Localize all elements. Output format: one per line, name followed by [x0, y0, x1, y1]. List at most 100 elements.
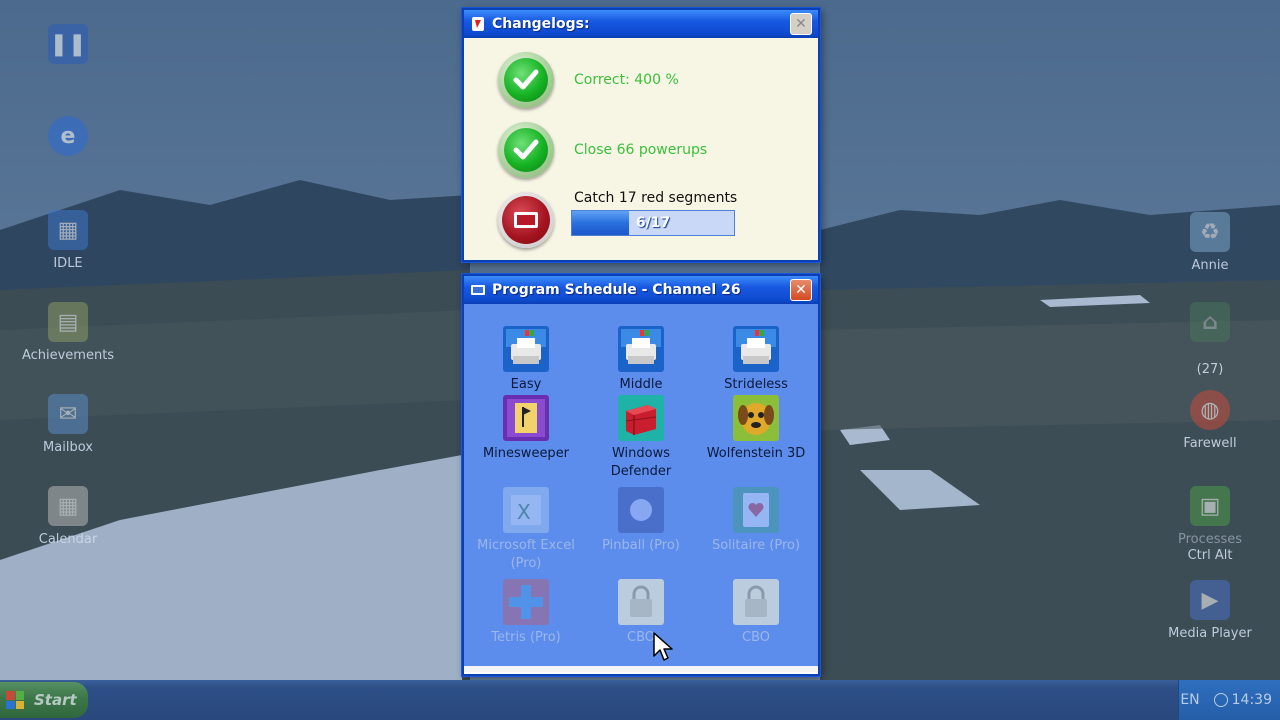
pause-icon: ❚❚ — [48, 24, 88, 64]
changelog-app-icon — [472, 17, 484, 31]
desktop-icon-label: Achievements — [21, 348, 115, 363]
clock-icon — [1213, 693, 1228, 707]
tetris-icon — [503, 579, 549, 625]
network-icon: ⌂ — [1190, 302, 1230, 342]
program-label: Strideless — [724, 377, 788, 392]
mouse-cursor-icon — [653, 632, 673, 661]
task-complete-badge — [498, 52, 554, 108]
task-item-powerups: Close 66 powerups — [498, 122, 707, 178]
padlock-icon — [618, 579, 664, 625]
changelog-title: Changelogs: — [492, 16, 590, 32]
excel-icon: X — [503, 487, 549, 533]
desktop-icon-label: Annie — [1191, 258, 1229, 273]
desktop-icon-network[interactable]: ⌂ (27) — [1160, 302, 1260, 378]
schedule-titlebar[interactable]: Program Schedule - Channel 26 ✕ — [464, 276, 818, 304]
desktop-icon-ie[interactable]: e — [18, 116, 118, 162]
printer-icon — [733, 326, 779, 372]
desktop-icon-achievements[interactable]: ▤ Achievements — [18, 302, 118, 364]
close-icon: ✕ — [795, 282, 807, 298]
program-label: Windows Defender — [610, 446, 672, 479]
program-middle[interactable]: Middle — [583, 326, 699, 394]
program-label: Solitaire (Pro) — [711, 538, 801, 553]
desktop-icon-label: IDLE — [53, 256, 83, 271]
segments-progress-bar: 6/17 — [571, 210, 735, 236]
desktop-icon-label: Farewell — [1183, 436, 1237, 451]
desktop-icon-sub: (27) — [1196, 362, 1224, 377]
svg-text:X: X — [517, 500, 531, 524]
task-pending-badge — [498, 192, 554, 248]
desktop-icon-annie[interactable]: ♻ Annie — [1160, 212, 1260, 274]
close-icon: ✕ — [795, 16, 807, 32]
schedule-close-button[interactable]: ✕ — [790, 279, 812, 301]
schedule-app-icon — [471, 285, 485, 295]
recycle-bin-icon: ♻ — [1190, 212, 1230, 252]
ie-icon: e — [48, 116, 88, 156]
globe-icon: ◍ — [1190, 390, 1230, 430]
calendar-icon: ▦ — [48, 486, 88, 526]
program-label: Microsoft Excel (Pro) — [477, 538, 575, 571]
desktop-icon-idle[interactable]: ▦ IDLE — [18, 210, 118, 272]
program-solitaire-pro: Solitaire (Pro) — [698, 487, 814, 555]
program-label: Tetris (Pro) — [491, 630, 561, 645]
document-icon: ▤ — [48, 302, 88, 342]
changelog-titlebar[interactable]: Changelogs: ✕ — [464, 10, 818, 38]
program-label: CBO — [742, 630, 770, 645]
dog-icon — [733, 395, 779, 441]
program-schedule-window: Program Schedule - Channel 26 ✕ Easy Mid… — [462, 274, 820, 676]
program-easy[interactable]: Easy — [468, 326, 584, 394]
language-indicator[interactable]: EN — [1180, 692, 1199, 708]
desktop-icon-label: Mailbox — [43, 440, 93, 455]
desktop-icon-processes[interactable]: ▣ Processes Ctrl Alt — [1160, 486, 1260, 564]
checkmark-icon — [513, 139, 539, 160]
taskbar — [0, 680, 1280, 720]
program-label: CBO — [627, 630, 655, 645]
program-tetris-pro: Tetris (Pro) — [468, 579, 584, 647]
task-complete-badge — [498, 122, 554, 178]
desktop-icon-media-player[interactable]: ▶ Media Player — [1160, 580, 1260, 642]
pinball-icon — [618, 487, 664, 533]
schedule-title: Program Schedule - Channel 26 — [492, 282, 741, 298]
program-label: Easy — [510, 377, 542, 392]
desktop-icon-pause[interactable]: ❚❚ — [18, 24, 118, 70]
changelog-body: Correct: 400 % Close 66 powerups Catch 1… — [464, 38, 818, 260]
clock: 14:39 — [1231, 692, 1272, 708]
start-label: Start — [34, 691, 77, 709]
solitaire-card-icon — [733, 487, 779, 533]
program-label: Wolfenstein 3D — [706, 446, 806, 461]
desktop-icon-label: Processes — [1177, 532, 1243, 547]
system-tray: EN 14:39 — [1178, 680, 1280, 720]
desktop-icon-calendar[interactable]: ▦ Calendar — [18, 486, 118, 548]
program-pinball-pro: Pinball (Pro) — [583, 487, 699, 555]
padlock-icon — [733, 579, 779, 625]
task-label: Catch 17 red segments — [574, 190, 738, 206]
desktop-icon-label: Media Player — [1168, 626, 1252, 641]
desktop-icon-mailbox[interactable]: ✉ Mailbox — [18, 394, 118, 456]
schedule-body: Easy Middle Strideless Minesweeper Windo… — [464, 304, 818, 672]
program-cbo-locked: CBO — [698, 579, 814, 647]
windows-logo-icon — [6, 691, 24, 709]
changelog-close-button[interactable]: ✕ — [790, 13, 812, 35]
program-minesweeper[interactable]: Minesweeper — [468, 395, 584, 463]
program-label: Middle — [619, 377, 663, 392]
task-item-correct: Correct: 400 % — [498, 52, 679, 108]
task-label: Correct: 400 % — [574, 72, 679, 88]
defender-wall-icon — [618, 395, 664, 441]
desktop-icon-sub: Ctrl Alt — [1187, 548, 1233, 563]
start-button[interactable]: Start — [0, 682, 88, 718]
program-label: Minesweeper — [482, 446, 570, 461]
program-cbo-locked: CBO — [583, 579, 699, 647]
task-item-red-segments — [498, 192, 554, 248]
program-windows-defender[interactable]: Windows Defender — [583, 395, 699, 481]
printer-icon — [618, 326, 664, 372]
desktop-icon-label: Calendar — [38, 532, 98, 547]
stop-square-icon — [514, 212, 538, 228]
program-microsoft-excel-pro: X Microsoft Excel (Pro) — [468, 487, 584, 573]
desktop-icon-farewell[interactable]: ◍ Farewell — [1160, 390, 1260, 452]
task-manager-icon: ▣ — [1190, 486, 1230, 526]
task-label: Close 66 powerups — [574, 142, 708, 158]
program-strideless[interactable]: Strideless — [698, 326, 814, 394]
checkmark-icon — [513, 69, 539, 90]
program-wolfenstein-3d[interactable]: Wolfenstein 3D — [698, 395, 814, 463]
minesweeper-flag-icon — [503, 395, 549, 441]
printer-icon — [503, 326, 549, 372]
